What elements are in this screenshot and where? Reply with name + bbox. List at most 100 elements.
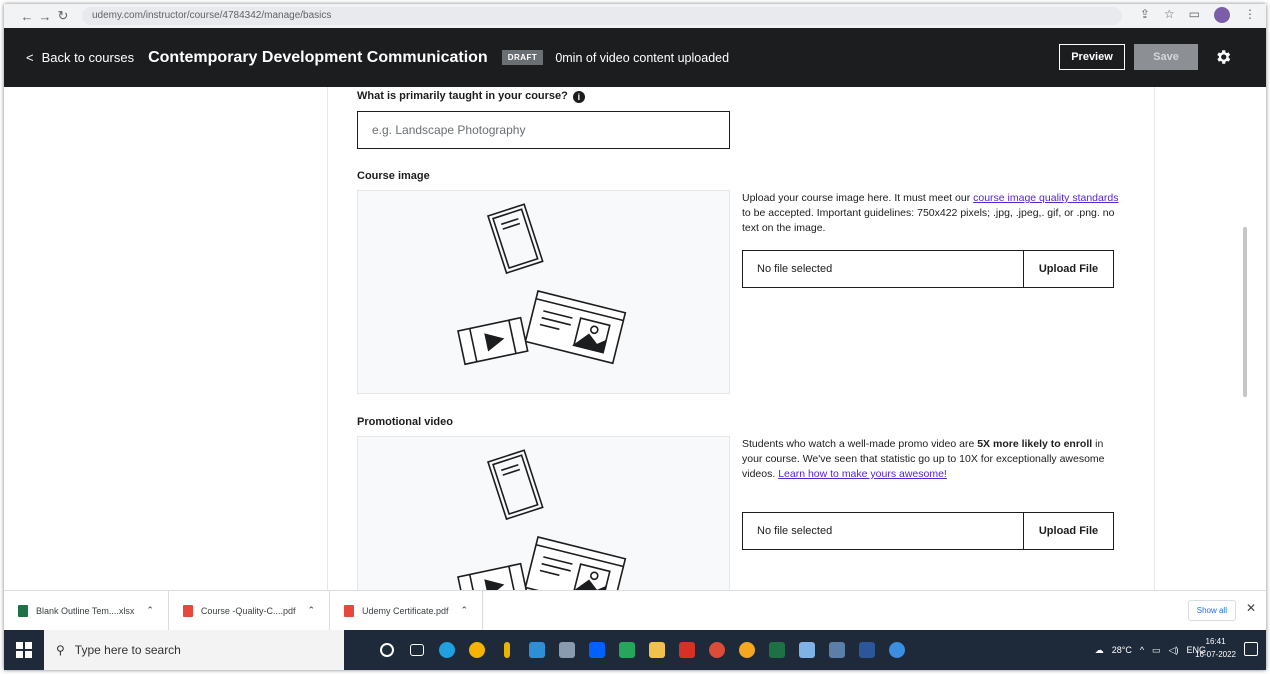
course-image-description: Upload your course image here. It must m… [742,191,1120,236]
quality-standards-link[interactable]: course image quality standards [973,192,1118,204]
status-badge: DRAFT [501,50,544,65]
task-view-icon[interactable] [402,630,432,670]
back-arrow-icon[interactable]: ← [18,9,36,24]
taskbar-apps [372,630,912,670]
main-content: What is primarily taught in your course?… [4,87,1266,590]
desc-text: Students who watch a well-made promo vid… [742,438,978,450]
tab-search-icon[interactable]: ▭ [1189,7,1200,23]
menu-icon[interactable]: ⋮ [1244,7,1256,23]
windows-taskbar: ⚲ Type here to search ☁ 28°C ^ ▭ ◁) ENG … [4,630,1266,670]
scrollbar[interactable] [1243,227,1247,397]
taught-label: What is primarily taught in your course?… [357,90,585,103]
battery-icon[interactable]: ▭ [1152,645,1161,656]
course-title: Contemporary Development Communication [148,48,488,66]
download-item[interactable]: Course -Quality-C....pdf ⌃ [169,591,330,630]
paint-icon[interactable] [792,630,822,670]
download-name: Blank Outline Tem....xlsx [36,605,135,616]
clock-time: 16:41 [1205,637,1226,646]
course-image-label: Course image [357,170,430,182]
close-icon[interactable]: ✕ [1246,601,1256,615]
course-image-placeholder [357,190,730,394]
file-status: No file selected [757,525,833,537]
app-icon[interactable] [732,630,762,670]
course-image-file-row: No file selected Upload File [742,250,1114,288]
info-icon[interactable]: i [572,91,585,103]
show-all-button[interactable]: Show all [1187,600,1236,621]
excel-file-icon [18,604,28,617]
chrome-active-icon[interactable] [702,630,732,670]
upload-file-button[interactable]: Upload File [1023,251,1113,287]
promo-video-label: Promotional video [357,416,453,428]
download-item[interactable]: Blank Outline Tem....xlsx ⌃ [4,591,169,630]
windows-logo-icon [16,642,32,658]
screen: ← → ↻ udemy.com/instructor/course/478434… [4,4,1266,670]
dropbox-icon[interactable] [582,630,612,670]
weather-temp[interactable]: 28°C [1112,645,1132,655]
file-status: No file selected [757,263,833,275]
search-placeholder: Type here to search [74,643,181,657]
desc-bold: 5X more likely to enroll [977,438,1093,450]
download-item[interactable]: Udemy Certificate.pdf ⌃ [330,591,484,630]
browser-toolbar: ← → ↻ udemy.com/instructor/course/478434… [4,4,1266,28]
system-tray: ☁ 28°C ^ ▭ ◁) ENG [1095,630,1206,670]
divider [327,87,328,590]
download-name: Course -Quality-C....pdf [200,605,296,616]
app-icon[interactable] [612,630,642,670]
course-manage-header: < Back to courses Contemporary Developme… [4,28,1266,87]
app-icon[interactable] [552,630,582,670]
taskbar-search[interactable]: ⚲ Type here to search [44,630,344,670]
back-to-courses-link[interactable]: < Back to courses [26,50,134,65]
notification-icon[interactable] [1244,642,1258,656]
pdf-file-icon [182,604,193,617]
chevron-left-icon: < [26,50,34,65]
address-bar[interactable]: udemy.com/instructor/course/4784342/mana… [82,7,1122,25]
downloads-bar: Blank Outline Tem....xlsx ⌃ Course -Qual… [4,590,1266,630]
excel-icon[interactable] [762,630,792,670]
edge-icon[interactable] [432,630,462,670]
file-explorer-icon[interactable] [642,630,672,670]
media-illustration [457,203,627,366]
start-button[interactable] [4,630,44,670]
divider [1154,87,1155,590]
promo-video-placeholder [357,436,730,590]
back-label: Back to courses [41,50,135,65]
clock-date: 16-07-2022 [1195,650,1236,659]
promo-video-description: Students who watch a well-made promo vid… [742,437,1120,482]
word-icon[interactable] [852,630,882,670]
reload-icon[interactable]: ↻ [54,8,72,24]
save-button[interactable]: Save [1134,44,1198,70]
chevron-up-icon[interactable]: ⌃ [461,605,469,616]
media-illustration [457,449,627,590]
upload-file-button[interactable]: Upload File [1023,513,1113,549]
taught-input[interactable]: e.g. Landscape Photography [357,111,730,149]
gear-icon[interactable] [1210,44,1236,70]
help-icon[interactable] [882,630,912,670]
download-name: Udemy Certificate.pdf [362,605,449,616]
preview-button[interactable]: Preview [1059,44,1125,70]
acrobat-icon[interactable] [672,630,702,670]
learn-more-link[interactable]: Learn how to make yours awesome! [778,468,947,480]
chrome-icon[interactable] [462,630,492,670]
promo-video-file-row: No file selected Upload File [742,512,1114,550]
avatar[interactable] [1214,7,1230,23]
desc-text: to be accepted. Important guidelines: 75… [742,207,1115,234]
chevron-up-icon[interactable]: ^ [1140,645,1144,655]
cortana-icon[interactable] [372,630,402,670]
chevron-up-icon[interactable]: ⌃ [307,605,315,616]
chevron-up-icon[interactable]: ⌃ [146,605,154,616]
upload-status: 0min of video content uploaded [555,50,730,65]
app-icon[interactable] [822,630,852,670]
app-icon[interactable] [492,630,522,670]
star-icon[interactable]: ☆ [1164,7,1175,23]
volume-icon[interactable]: ◁) [1169,645,1179,656]
search-icon: ⚲ [56,643,65,657]
pdf-file-icon [344,604,354,617]
forward-arrow-icon[interactable]: → [36,9,54,24]
share-icon[interactable]: ⇪ [1140,7,1150,23]
weather-icon[interactable]: ☁ [1095,645,1104,656]
desc-text: Upload your course image here. It must m… [742,192,974,204]
clock[interactable]: 16:41 16-07-2022 [1195,635,1236,661]
browser-actions: ⇪ ☆ ▭ ⋮ [1140,7,1256,23]
taught-label-text: What is primarily taught in your course? [357,90,568,102]
mail-icon[interactable] [522,630,552,670]
